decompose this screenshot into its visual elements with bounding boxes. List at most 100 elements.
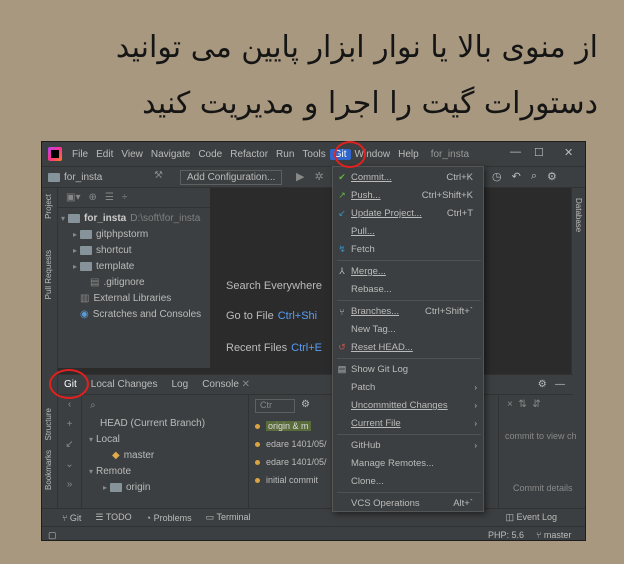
expand-arrow-icon[interactable]: ▾ — [86, 467, 96, 476]
menu-edit[interactable]: Edit — [92, 149, 117, 160]
close-icon[interactable]: ✕ — [242, 379, 250, 390]
menu-item-push[interactable]: ↗ Push... Ctrl+Shift+K — [333, 187, 483, 204]
menu-item-current-file[interactable]: Current File › — [333, 415, 483, 432]
branch-remote-origin[interactable]: ▸ origin — [82, 479, 242, 495]
search-icon[interactable]: ⌕ — [531, 170, 537, 183]
expand-arrow-icon[interactable]: ▾ — [86, 435, 96, 444]
menu-help[interactable]: Help — [394, 149, 423, 160]
commit-details-label[interactable]: Commit details — [513, 483, 573, 493]
database-tool-tab[interactable]: Database — [574, 198, 583, 232]
minimize-icon[interactable]: — — [510, 146, 521, 158]
log-row[interactable]: edare 1401/05/ — [255, 439, 327, 449]
tree-item[interactable]: ◉ Scratches and Consoles — [58, 306, 210, 322]
menu-run[interactable]: Run — [272, 149, 298, 160]
tree-item[interactable]: ▸ template — [58, 258, 210, 274]
bottom-tab-problems[interactable]: ◔ Problems — [146, 513, 192, 523]
branch-group-label: Local — [96, 433, 120, 445]
menu-item-clone[interactable]: Clone... — [333, 473, 483, 490]
bottom-tab-todo[interactable]: ☰ TODO — [95, 512, 131, 523]
highlight-ring-git-tab — [49, 369, 89, 399]
bottom-tab-terminal[interactable]: ▭ Terminal — [206, 512, 251, 523]
project-panel: ▣▾ ⊕ ☰ ÷ ▾ for_insta D:\soft\for_insta ▸… — [58, 188, 210, 368]
add-icon[interactable]: + — [58, 415, 81, 435]
locate-icon[interactable]: ⊕ — [88, 192, 96, 203]
collapse-icon[interactable]: ☰ — [105, 192, 114, 203]
view-mode-icon[interactable]: ▣▾ — [66, 192, 80, 203]
menu-separator — [337, 300, 481, 301]
tree-item[interactable]: ▸ gitphpstorm — [58, 226, 210, 242]
tree-item[interactable]: ▸ shortcut — [58, 242, 210, 258]
log-row[interactable]: initial commit — [255, 475, 318, 485]
log-settings-icon[interactable]: ⚙ — [301, 399, 310, 410]
tab-local-changes[interactable]: Local Changes — [91, 379, 158, 390]
project-breadcrumb[interactable]: for_insta — [48, 172, 102, 183]
close-icon[interactable]: ✕ — [564, 146, 573, 159]
menu-item-commit[interactable]: ✔ Commit... Ctrl+K — [333, 169, 483, 186]
tree-item[interactable]: ▥ External Libraries — [58, 290, 210, 306]
hammer-icon[interactable]: ⚒ — [154, 170, 163, 181]
branch-head[interactable]: HEAD (Current Branch) — [82, 415, 242, 431]
log-row[interactable]: origin & m — [255, 421, 311, 431]
menu-view[interactable]: View — [117, 149, 147, 160]
menu-item-patch[interactable]: Patch › — [333, 379, 483, 396]
add-configuration-button[interactable]: Add Configuration... — [180, 170, 283, 185]
tab-log[interactable]: Log — [172, 379, 189, 390]
expand-arrow-icon[interactable]: ▸ — [70, 230, 80, 239]
event-log-button[interactable]: ◫ Event Log — [505, 512, 557, 523]
settings-icon[interactable]: ⚙ — [547, 170, 557, 183]
expand-arrow-icon[interactable]: ▾ — [58, 214, 68, 223]
menu-item-uncommitted-changes[interactable]: Uncommitted Changes › — [333, 397, 483, 414]
project-tool-tab[interactable]: Project — [44, 194, 53, 219]
rollback-icon[interactable]: ↶ — [512, 170, 521, 183]
debug-icon[interactable]: ✲ — [314, 170, 323, 183]
history-icon[interactable]: ◷ — [492, 170, 502, 183]
tab-console[interactable]: Console ✕ — [202, 379, 250, 390]
menu-item-branches[interactable]: ⑂ Branches... Ctrl+Shift+` — [333, 303, 483, 320]
menu-item-github[interactable]: GitHub › — [333, 437, 483, 454]
menu-item-new-tag[interactable]: New Tag... — [333, 321, 483, 338]
branch-search[interactable]: ⌕ — [82, 395, 242, 415]
menu-navigate[interactable]: Navigate — [147, 149, 194, 160]
menu-item-merge[interactable]: ⅄ Merge... — [333, 263, 483, 280]
menu-tools[interactable]: Tools — [298, 149, 329, 160]
pull-icon[interactable]: ↙ — [58, 435, 81, 455]
menu-code[interactable]: Code — [194, 149, 226, 160]
branch-group-remote[interactable]: ▾ Remote — [82, 463, 242, 479]
expand-arrow-icon[interactable]: ▸ — [70, 262, 80, 271]
run-controls: ▶ ✲ — [296, 170, 324, 183]
menu-item-label: New Tag... — [351, 324, 396, 335]
menu-item-reset-head[interactable]: ↺ Reset HEAD... — [333, 339, 483, 356]
menu-item-rebase[interactable]: Rebase... — [333, 281, 483, 298]
bottom-tab-terminal-label: Terminal — [216, 512, 251, 522]
git-branch-status[interactable]: ⑂ master — [536, 530, 571, 540]
tree-item[interactable]: ▤ .gitignore — [58, 274, 210, 290]
expand-arrow-icon[interactable]: ▸ — [100, 483, 110, 492]
menu-item-update-project[interactable]: ↙ Update Project... Ctrl+T — [333, 205, 483, 222]
menu-item-show-git-log[interactable]: ▤ Show Git Log — [333, 361, 483, 378]
expand-arrow-icon[interactable]: ▸ — [70, 246, 80, 255]
menu-item-fetch[interactable]: ↯ Fetch — [333, 241, 483, 258]
tree-root[interactable]: ▾ for_insta D:\soft\for_insta — [58, 210, 210, 226]
run-icon[interactable]: ▶ — [296, 170, 304, 183]
down-icon[interactable]: ⌄ — [58, 455, 81, 475]
php-version-status[interactable]: PHP: 5.6 — [488, 530, 524, 540]
bottom-tab-git[interactable]: ⑂ Git — [62, 513, 81, 523]
bookmarks-tool-tab[interactable]: Bookmarks — [44, 450, 53, 490]
maximize-icon[interactable]: ☐ — [534, 146, 544, 159]
log-filter-input[interactable]: Ctr — [255, 399, 295, 413]
structure-tool-tab[interactable]: Structure — [44, 408, 53, 440]
commit-toolbar-icons[interactable]: × ⇅ ⇵ — [507, 399, 541, 410]
branch-local-master[interactable]: ◆ master — [82, 447, 242, 463]
menu-refactor[interactable]: Refactor — [226, 149, 272, 160]
branch-group-local[interactable]: ▾ Local — [82, 431, 242, 447]
panel-settings-icon[interactable]: ⚙ — — [538, 379, 565, 390]
menu-item-pull[interactable]: Pull... — [333, 223, 483, 240]
pull-requests-tool-tab[interactable]: Pull Requests — [44, 250, 53, 299]
status-toggle-icon[interactable]: ▢ — [48, 530, 57, 540]
more-icon[interactable]: » — [58, 475, 81, 495]
menu-item-manage-remotes[interactable]: Manage Remotes... — [333, 455, 483, 472]
log-row[interactable]: edare 1401/05/ — [255, 457, 327, 467]
menu-item-vcs-operations[interactable]: VCS Operations Alt+` — [333, 495, 483, 512]
expand-icon[interactable]: ÷ — [122, 192, 128, 203]
menu-file[interactable]: File — [68, 149, 92, 160]
